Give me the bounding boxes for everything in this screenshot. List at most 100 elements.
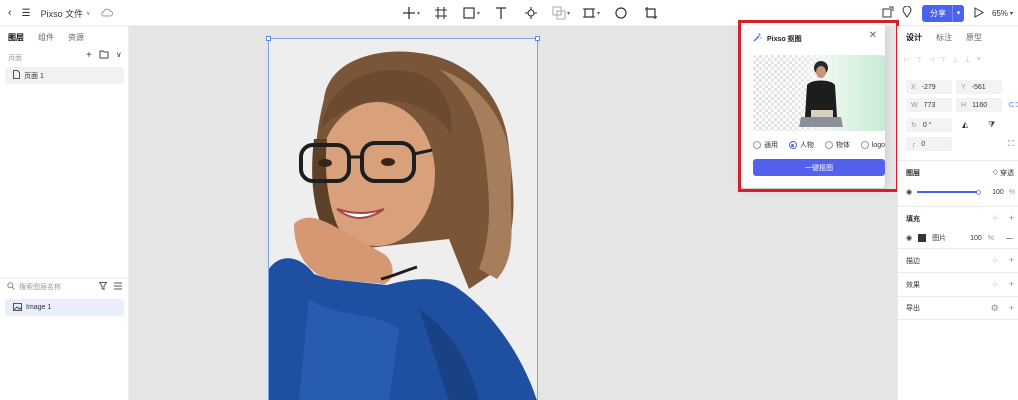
fill-type-label[interactable]: 图片 [932,233,946,243]
highlight-box [738,20,899,192]
corner-radius-icon: ╭ [911,141,916,148]
layer-item[interactable]: Image 1 [5,299,124,316]
play-icon[interactable] [974,6,985,20]
layer-item-label: Image 1 [26,304,52,311]
export-section: 导出 ⚙ + [898,296,1018,320]
crop-tool-button[interactable] [640,2,662,24]
rotation-field[interactable]: ↻ 0 ° [906,118,952,132]
page-item-label: 页面 1 [24,72,44,80]
filter-icon[interactable] [98,281,108,292]
image-frame[interactable] [266,36,540,400]
cloud-icon [100,8,113,19]
file-title[interactable]: Pixso 文件 [41,7,84,20]
add-fill-icon[interactable]: + [1009,213,1014,224]
x-field-value: -279 [921,83,936,91]
tab-components[interactable]: 组件 [38,32,54,43]
fill-grid-icon[interactable]: ⁘ [991,213,999,224]
flip-vertical-icon[interactable]: ⧩ [988,120,995,130]
corner-radius-field[interactable]: ╭ 0 [906,137,952,151]
menu-icon[interactable]: ☰ [22,8,31,19]
independent-corners-icon[interactable]: ⛶ [1008,139,1014,149]
share-button-label: 分享 [930,8,946,18]
tab-prototype[interactable]: 原型 [966,32,982,43]
align-top-icon[interactable]: ⊤ [940,56,946,64]
add-page-icon[interactable]: + [86,50,92,62]
add-effect-icon[interactable]: + [1009,279,1014,290]
add-tool-button[interactable]: ▾ [400,2,422,24]
opacity-percent: % [1008,188,1016,196]
y-field-label: Y [961,83,966,91]
component-tool-button[interactable]: ▾ [580,2,602,24]
opacity-slider[interactable] [917,191,978,193]
rotation-icon: ↻ [911,122,917,129]
pen-tool-button[interactable] [520,2,542,24]
fill-opacity-percent: % [987,234,995,242]
add-stroke-icon[interactable]: + [1009,255,1014,266]
mask-tool-button[interactable] [610,2,632,24]
rectangle-tool-button[interactable]: ▾ [460,2,482,24]
align-center-h-icon[interactable]: ⊤ [916,56,922,64]
flip-horizontal-icon[interactable]: ◭ [962,120,968,129]
align-bottom-icon[interactable]: ⊥ [965,56,971,64]
effects-section: 效果 ⁘ + [898,272,1018,296]
y-field[interactable]: Y -561 [956,80,1002,94]
boolean-tool-button[interactable]: ▾ [550,2,572,24]
blend-mode-icon: ◇ [992,168,998,176]
tab-layers[interactable]: 图层 [8,32,24,43]
tab-assets[interactable]: 资源 [68,32,84,43]
x-field[interactable]: X -279 [906,80,952,94]
share-dropdown-icon[interactable]: ▾ [952,4,964,22]
image-layer-icon [13,302,22,313]
y-field-value: -561 [971,83,986,91]
stroke-grid-icon[interactable]: ⁘ [991,255,999,266]
remove-fill-icon[interactable]: — [1006,235,1013,242]
export-settings-icon[interactable]: ⚙ [991,303,999,314]
page-item[interactable]: 页面 1 [5,67,124,84]
search-input[interactable]: 搜索图层名称 [19,282,61,292]
design-panel: 设计 标注 原型 ⊢ ⊤ ⊣ ⊤ ⊥ ⊥ ≡ X -279 Y -561 W 773 … [897,26,1018,400]
align-middle-icon[interactable]: ⊥ [952,56,958,64]
width-field[interactable]: W 773 [906,98,952,112]
rotation-field-value: 0 ° [922,121,932,129]
layers-panel: 图层 组件 资源 页面 + ∨ 页面 1 搜索图层名称 Image 1 [0,26,129,400]
opacity-value[interactable]: 100 [992,189,1004,196]
zoom-chevron-icon[interactable]: ▾ [1010,10,1013,17]
align-right-icon[interactable]: ⊣ [928,56,934,64]
text-tool-button[interactable] [490,2,512,24]
fill-opacity-value[interactable]: 100 [970,235,982,242]
location-pin-icon[interactable] [902,5,912,20]
tab-design[interactable]: 设计 [906,32,922,43]
blend-mode-select[interactable]: 穿透 [1000,168,1014,178]
file-title-caret-icon[interactable]: ∨ [86,10,90,17]
collapse-pages-icon[interactable]: ∨ [116,50,122,62]
resize-handle-top-right[interactable] [535,36,540,41]
align-left-icon[interactable]: ⊢ [904,56,910,64]
list-options-icon[interactable] [114,282,122,292]
fill-visibility-icon[interactable]: ◉ [906,234,912,242]
share-button[interactable]: 分享 ▾ [922,4,964,22]
search-icon [7,281,15,292]
tab-annotate[interactable]: 标注 [936,32,952,43]
layer-search[interactable]: 搜索图层名称 [0,278,128,294]
frame-tool-button[interactable] [430,2,452,24]
folder-icon[interactable] [99,50,109,62]
x-field-label: X [911,83,916,91]
plugin-icon[interactable] [882,6,894,20]
fill-image-swatch-icon[interactable] [918,234,927,242]
effects-grid-icon[interactable]: ⁘ [991,279,999,290]
link-dimensions-icon[interactable]: ⊂⊃ [1008,100,1018,109]
distribute-icon[interactable]: ≡ [977,56,981,64]
visibility-eye-icon[interactable]: ◉ [906,188,912,196]
align-toolbar: ⊢ ⊤ ⊣ ⊤ ⊥ ⊥ ≡ [904,56,981,64]
height-field[interactable]: H 1160 [956,98,1002,112]
back-chevron-icon[interactable]: ‹ [8,7,12,19]
fill-row: ◉ 图片 100 % — [906,232,1018,244]
zoom-level[interactable]: 65% [992,9,1008,18]
layer-section: 图层 ◇ 穿透 [898,160,1018,184]
layer-section-title: 图层 [906,169,920,177]
export-section-title: 导出 [906,305,920,312]
stroke-section: 描边 ⁘ + [898,248,1018,272]
add-export-icon[interactable]: + [1009,303,1014,314]
resize-handle-top-left[interactable] [266,36,271,41]
fill-section-title: 填充 [906,215,920,223]
